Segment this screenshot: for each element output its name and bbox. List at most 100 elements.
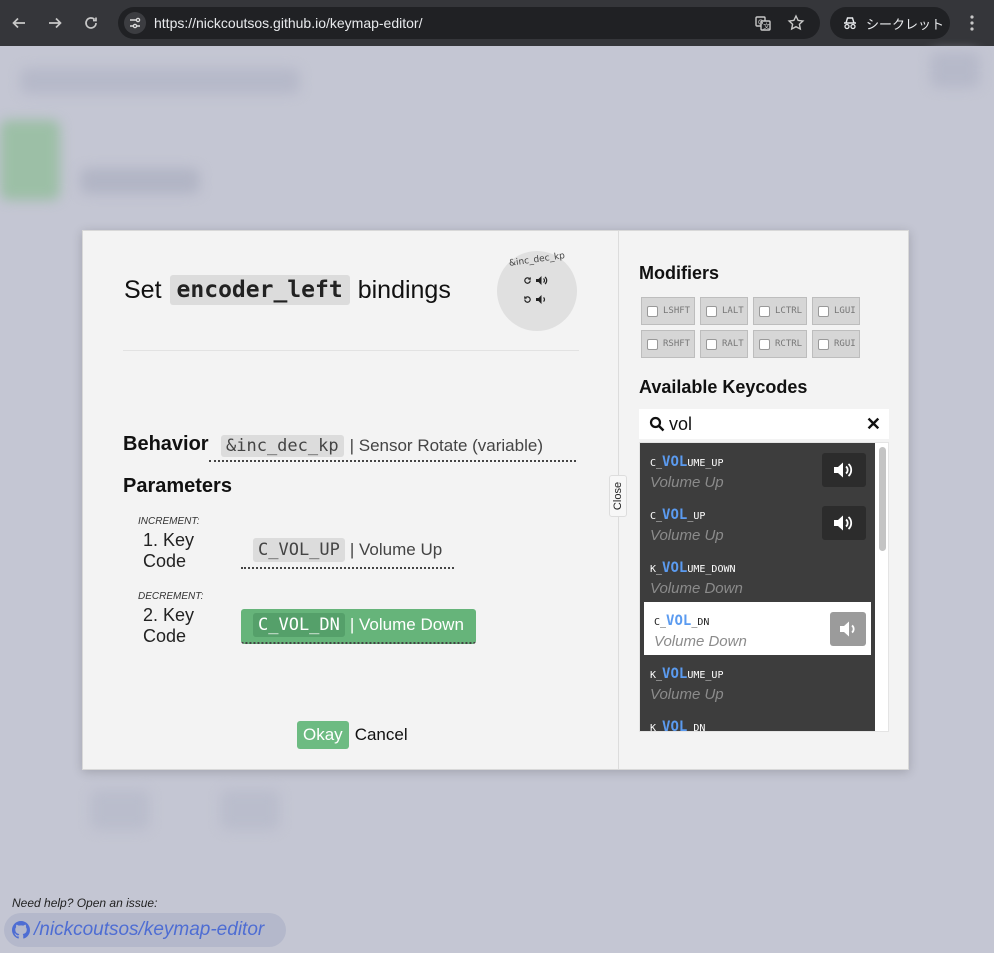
blurred-header — [20, 68, 300, 94]
blurred-corner — [930, 52, 980, 88]
keycode-suffix: _DN — [687, 723, 706, 732]
list-item[interactable]: C_VOLUME_UP Volume Up — [640, 443, 875, 496]
incognito-icon — [844, 17, 856, 30]
behavior-label: Behavior — [123, 433, 209, 455]
bookmark-star-icon[interactable] — [787, 14, 805, 32]
svg-text:文: 文 — [763, 22, 770, 31]
binding-editor-panel: Set encoder_left bindings &inc_dec_kp Be… — [83, 231, 627, 769]
blurred-label — [80, 168, 200, 194]
browser-menu-button[interactable] — [962, 12, 982, 34]
search-icon — [649, 416, 665, 432]
modifier-rshft[interactable]: RSHFT — [641, 330, 695, 358]
volume-up-icon — [536, 276, 548, 285]
keycode-match: VOL — [662, 560, 688, 576]
modifier-label: RGUI — [834, 339, 856, 349]
parameters-label: Parameters — [123, 475, 232, 497]
list-item[interactable]: K_VOLUME_UP Volume Up — [640, 655, 875, 708]
okay-button[interactable]: Okay — [297, 721, 349, 749]
behavior-select[interactable]: &inc_dec_kp | Sensor Rotate (variable) — [209, 431, 576, 462]
encoder-cw-row — [523, 275, 549, 286]
results-scrollbar[interactable] — [879, 447, 886, 551]
keycode-name: K_VOLUME_DOWN — [650, 561, 875, 577]
list-item[interactable]: K_VOL_DN — [640, 708, 875, 732]
checkbox[interactable] — [706, 338, 717, 350]
keycode-prefix: K_ — [650, 723, 663, 732]
reload-button[interactable] — [80, 12, 102, 34]
volume-up-icon — [822, 453, 866, 487]
modifier-lctrl[interactable]: LCTRL — [753, 297, 807, 325]
repo-link-text: /nickcoutsos/keymap-editor — [34, 919, 265, 940]
keycode-prefix: K_ — [650, 670, 663, 681]
checkbox[interactable] — [818, 305, 829, 317]
keycode-suffix: _DN — [691, 617, 710, 628]
keycode-match: VOL — [662, 666, 688, 682]
param-increment-value[interactable]: C_VOL_UP | Volume Up — [241, 534, 455, 569]
checkbox[interactable] — [759, 305, 770, 317]
param-decrement-value[interactable]: C_VOL_DN | Volume Down — [241, 608, 476, 644]
modifier-lalt[interactable]: LALT — [700, 297, 748, 325]
modifier-ralt[interactable]: RALT — [700, 330, 748, 358]
encoder-ccw-row — [523, 294, 547, 305]
list-item[interactable]: C_VOL_UP Volume Up — [640, 496, 875, 549]
github-repo-link[interactable]: /nickcoutsos/keymap-editor — [4, 913, 286, 947]
modifier-label: RALT — [722, 339, 744, 349]
list-item-selected[interactable]: C_VOL_DN Volume Down — [644, 602, 871, 655]
incognito-badge[interactable]: シークレット — [830, 7, 950, 39]
keycode-description: Volume Down — [650, 580, 743, 597]
keycode-name: K_VOL_DN — [650, 719, 875, 732]
checkbox[interactable] — [818, 338, 829, 350]
behavior-code: &inc_dec_kp — [221, 434, 344, 457]
cancel-button[interactable]: Cancel — [353, 721, 410, 749]
browser-toolbar: https://nickcoutsos.github.io/keymap-edi… — [0, 0, 994, 46]
checkbox[interactable] — [647, 338, 658, 350]
dialog-actions: Okay Cancel — [297, 721, 410, 749]
more-vertical-icon — [970, 15, 974, 31]
modifier-lshft[interactable]: LSHFT — [641, 297, 695, 325]
keycode-suffix: UME_UP — [687, 670, 724, 681]
blurred-accent — [0, 120, 60, 200]
modifier-rgui[interactable]: RGUI — [812, 330, 860, 358]
reload-icon — [85, 17, 97, 29]
title-suffix: bindings — [357, 275, 451, 304]
modifier-label: LCTRL — [775, 306, 803, 316]
title-encoder-name: encoder_left — [169, 275, 350, 305]
list-item[interactable]: K_VOLUME_DOWN Volume Down — [640, 549, 875, 602]
encoder-preview-label: &inc_dec_kp — [508, 251, 566, 269]
keycode-match: VOL — [662, 719, 688, 732]
keycode-picker-panel: Modifiers LSHFT LALT LCTRL LGUI RSHFT RA… — [619, 231, 908, 769]
search-input[interactable] — [669, 413, 849, 435]
keycode-suffix: UME_DOWN — [687, 564, 736, 575]
checkbox[interactable] — [647, 305, 658, 317]
param-index: 2. Key Code — [143, 605, 195, 646]
modifiers-heading: Modifiers — [639, 263, 720, 283]
modifier-label: RSHFT — [663, 339, 691, 349]
encoder-preview: &inc_dec_kp — [497, 251, 577, 331]
modifier-rctrl[interactable]: RCTRL — [753, 330, 807, 358]
keycodes-heading: Available Keycodes — [639, 377, 808, 397]
clear-search-icon[interactable]: ✕ — [866, 414, 881, 435]
github-icon — [12, 921, 30, 939]
title-divider — [123, 350, 579, 351]
back-button[interactable] — [8, 12, 30, 34]
param-increment-row: 1. Key Code C_VOL_UP | Volume Up — [143, 530, 455, 572]
keycode-prefix: C_ — [654, 617, 667, 628]
checkbox[interactable] — [759, 338, 770, 350]
arrow-left-icon — [12, 17, 25, 29]
keycode-match: VOL — [662, 507, 688, 523]
forward-button[interactable] — [44, 12, 66, 34]
help-text: Need help? Open an issue: — [12, 896, 158, 910]
translate-icon[interactable]: G文 — [754, 14, 772, 32]
checkbox[interactable] — [706, 305, 717, 317]
keycode-prefix: C_ — [650, 458, 663, 469]
param-decrement-row: 2. Key Code C_VOL_DN | Volume Down — [143, 605, 476, 647]
modifier-lgui[interactable]: LGUI — [812, 297, 860, 325]
blurred-key — [90, 790, 150, 830]
title-prefix: Set — [124, 275, 162, 304]
arrow-right-icon — [49, 17, 62, 29]
rotate-ccw-icon — [524, 296, 531, 303]
address-bar[interactable]: https://nickcoutsos.github.io/keymap-edi… — [118, 7, 820, 39]
site-settings-icon[interactable] — [124, 12, 146, 34]
rotate-cw-icon — [524, 277, 531, 284]
keycode-description: | Volume Up — [349, 540, 443, 559]
modifier-label: LGUI — [834, 306, 856, 316]
